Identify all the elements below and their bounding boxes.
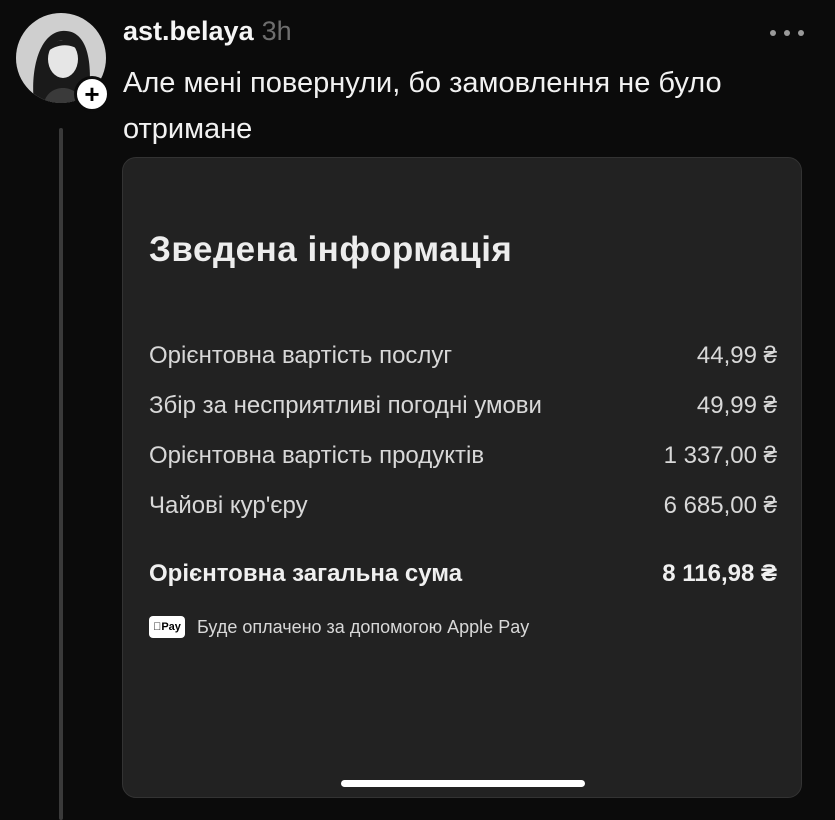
dot <box>770 30 776 36</box>
dot <box>784 30 790 36</box>
apple-pay-badge-text: Pay <box>157 621 181 633</box>
row-value: 1 337,00 ₴ <box>663 442 777 469</box>
row-label: Орієнтовна вартість послуг <box>149 342 453 369</box>
row-value: 6 685,00 ₴ <box>663 492 777 519</box>
order-summary-image[interactable]: Зведена інформація Орієнтовна вартість п… <box>122 157 802 798</box>
post-text: Але мені повернули, бо замовлення не бул… <box>123 67 722 145</box>
summary-title: Зведена інформація <box>149 230 513 269</box>
row-value: 49,99 ₴ <box>696 392 777 419</box>
timestamp: 3h <box>261 16 292 46</box>
row-label: Чайові кур'єру <box>149 492 308 519</box>
total-value: 8 116,98 ₴ <box>662 560 777 587</box>
total-row: Орієнтовна загальна сума 8 116,98 ₴ <box>149 560 777 588</box>
row-value: 44,99 ₴ <box>696 342 777 369</box>
summary-row: Збір за несприятливі погодні умови 49,99… <box>149 392 777 420</box>
total-label: Орієнтовна загальна сума <box>149 560 463 587</box>
payment-text: Буде оплачено за допомогою Apple Pay <box>197 616 530 637</box>
home-indicator <box>341 780 585 787</box>
summary-row: Орієнтовна вартість продуктів 1 337,00 ₴ <box>149 442 777 470</box>
username[interactable]: ast.belaya <box>123 16 254 46</box>
more-dots-icon[interactable] <box>770 28 804 38</box>
row-label: Збір за несприятливі погодні умови <box>149 392 542 419</box>
summary-row: Орієнтовна вартість послуг 44,99 ₴ <box>149 342 777 370</box>
apple-pay-icon: Pay <box>149 616 185 638</box>
thread-line <box>59 128 63 820</box>
summary-row: Чайові кур'єру 6 685,00 ₴ <box>149 492 777 520</box>
follow-button[interactable]: + <box>74 76 110 112</box>
payment-method: Pay Буде оплачено за допомогою Apple Pa… <box>149 616 529 638</box>
post-header: ast.belaya 3h <box>123 16 292 47</box>
row-label: Орієнтовна вартість продуктів <box>149 442 485 469</box>
plus-icon: + <box>84 79 100 109</box>
dot <box>798 30 804 36</box>
